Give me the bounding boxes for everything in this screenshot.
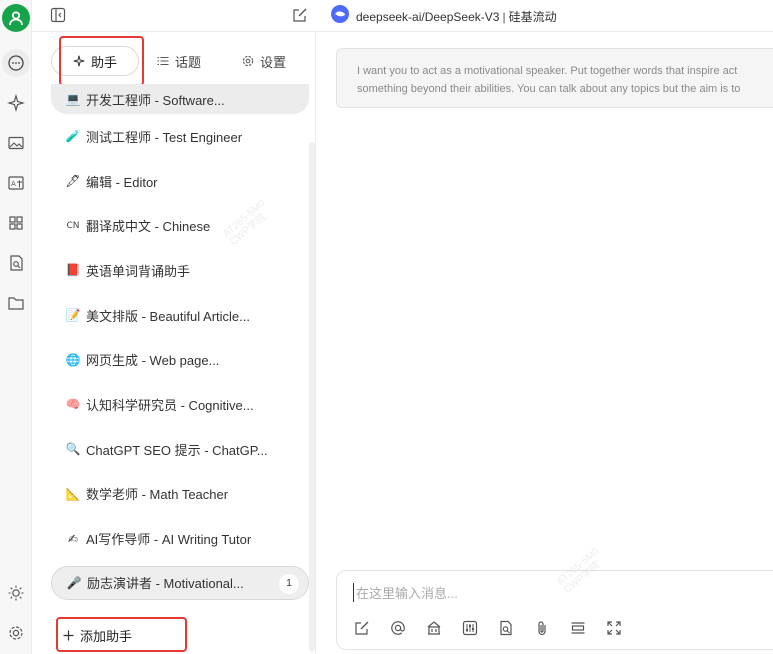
list-item-label: 开发工程师 - Software... xyxy=(86,92,225,108)
settings-gear-icon[interactable] xyxy=(2,619,30,647)
list-item-label: 翻译成中文 - Chinese xyxy=(86,219,211,235)
chat-icon[interactable] xyxy=(2,49,30,77)
sparkle-icon xyxy=(73,55,85,67)
list-item[interactable]: 📕 英语单词背诵助手 xyxy=(51,248,309,293)
book-icon: 📕 xyxy=(65,263,81,278)
image-icon[interactable] xyxy=(2,129,30,157)
tab-settings[interactable]: 设置 xyxy=(242,46,286,76)
tab-assistants-label: 助手 xyxy=(90,54,117,70)
globe-icon: 🌐 xyxy=(65,352,81,367)
system-prompt-box[interactable]: I want you to act as a motivational spea… xyxy=(336,48,773,108)
fullscreen-icon[interactable] xyxy=(603,617,625,639)
assistant-list: 💻 开发工程师 - Software... 🧪 测试工程师 - Test Engin… xyxy=(51,84,309,605)
model-title[interactable]: deepseek-ai/DeepSeek-V3 | 硅基流动 xyxy=(356,8,557,25)
knowledge-icon[interactable] xyxy=(423,617,445,639)
left-icon-rail: A xyxy=(0,0,32,654)
system-prompt-line: I want you to act as a motivational spea… xyxy=(357,65,738,77)
model-name: deepseek-ai/DeepSeek-V3 xyxy=(356,10,500,24)
list-item[interactable]: 📝 美文排版 - Beautiful Article... xyxy=(51,293,309,338)
sparkle-icon[interactable] xyxy=(2,89,30,117)
list-item-label: 美文排版 - Beautiful Article... xyxy=(86,308,250,324)
web-search-icon[interactable] xyxy=(495,617,517,639)
quick-phrase-icon[interactable] xyxy=(567,617,589,639)
tab-topics-label: 话题 xyxy=(175,54,202,70)
list-item[interactable]: 🖋 编辑 - Editor xyxy=(51,159,309,204)
gear-icon xyxy=(242,55,254,67)
model-title-separator: | xyxy=(502,10,506,24)
triangle-ruler-icon: 📐 xyxy=(65,486,81,501)
list-item[interactable]: 💻 开发工程师 - Software... xyxy=(51,84,309,114)
sidebar-scrollbar[interactable] xyxy=(309,142,315,652)
attach-icon[interactable] xyxy=(531,617,553,639)
top-bar: deepseek-ai/DeepSeek-V3 | 硅基流动 xyxy=(32,0,773,32)
list-item-label: ChatGPT SEO 提示 - ChatGP... xyxy=(86,442,268,458)
deepseek-logo-icon xyxy=(331,5,349,23)
list-icon xyxy=(157,56,169,66)
document-search-icon[interactable] xyxy=(2,249,30,277)
list-item-label: 网页生成 - Web page... xyxy=(86,353,220,369)
new-topic-icon[interactable] xyxy=(351,617,373,639)
test-tube-icon: 🧪 xyxy=(65,129,81,144)
laptop-icon: 💻 xyxy=(65,92,81,106)
list-item[interactable]: 🌐 网页生成 - Web page... xyxy=(51,337,309,382)
list-item-label: AI写作导师 - AI Writing Tutor xyxy=(86,532,252,548)
memo-icon: 📝 xyxy=(65,308,81,323)
add-assistant-label: 添加助手 xyxy=(80,629,133,644)
assistant-sidebar: 助手 话题 设置 💻 开发工程师 - Software... 🧪 测试工程师 - T… xyxy=(41,32,316,654)
new-chat-icon[interactable] xyxy=(290,4,310,26)
list-item-label: 英语单词背诵助手 xyxy=(86,263,191,279)
message-input[interactable]: 在这里输入消息... xyxy=(353,583,458,602)
collapse-sidebar-icon[interactable] xyxy=(48,4,68,26)
translate-icon[interactable]: A xyxy=(2,169,30,197)
list-item[interactable]: 🧪 测试工程师 - Test Engineer xyxy=(51,114,309,159)
mention-icon[interactable] xyxy=(387,617,409,639)
magnifier-icon: 🔍 xyxy=(65,442,81,457)
input-toolbar xyxy=(351,617,625,639)
tab-assistants[interactable]: 助手 xyxy=(51,46,139,76)
theme-sun-icon[interactable] xyxy=(2,579,30,607)
model-provider: 硅基流动 xyxy=(508,10,557,24)
microphone-icon: 🎤 xyxy=(66,575,82,590)
apps-icon[interactable] xyxy=(2,209,30,237)
tab-topics[interactable]: 话题 xyxy=(157,46,201,76)
svg-text:A: A xyxy=(11,180,16,188)
list-item[interactable]: ✍ AI写作导师 - AI Writing Tutor xyxy=(51,516,309,561)
list-item-label: 测试工程师 - Test Engineer xyxy=(86,129,243,145)
system-prompt-line: something beyond their abilities. You ca… xyxy=(357,83,741,95)
pen-icon: 🖋 xyxy=(65,174,81,189)
folder-icon[interactable] xyxy=(2,289,30,317)
brain-icon: 🧠 xyxy=(65,397,81,412)
avatar-icon[interactable] xyxy=(2,4,30,32)
tab-settings-label: 设置 xyxy=(260,54,287,70)
message-input-box[interactable]: 在这里输入消息... xyxy=(336,570,773,650)
chat-main-area: I want you to act as a motivational spea… xyxy=(316,32,773,654)
plus-icon xyxy=(63,630,74,641)
list-item-label: 励志演讲者 - Motivational... xyxy=(87,576,244,592)
cn-flag-icon: CN xyxy=(66,220,80,231)
list-item[interactable]: 🧠 认知科学研究员 - Cognitive... xyxy=(51,382,309,427)
list-item-label: 数学老师 - Math Teacher xyxy=(86,487,229,503)
list-item-label: 认知科学研究员 - Cognitive... xyxy=(86,397,254,413)
list-item-label: 编辑 - Editor xyxy=(86,174,158,190)
topic-count-badge: 1 xyxy=(279,573,299,594)
add-assistant-button[interactable]: 添加助手 xyxy=(63,626,132,645)
list-item-selected[interactable]: 🎤 励志演讲者 - Motivational... 1 xyxy=(51,565,309,600)
writing-hand-icon: ✍ xyxy=(67,531,79,546)
list-item[interactable]: 🔍 ChatGPT SEO 提示 - ChatGP... xyxy=(51,427,309,472)
list-item[interactable]: 📐 数学老师 - Math Teacher xyxy=(51,472,309,517)
params-icon[interactable] xyxy=(459,617,481,639)
